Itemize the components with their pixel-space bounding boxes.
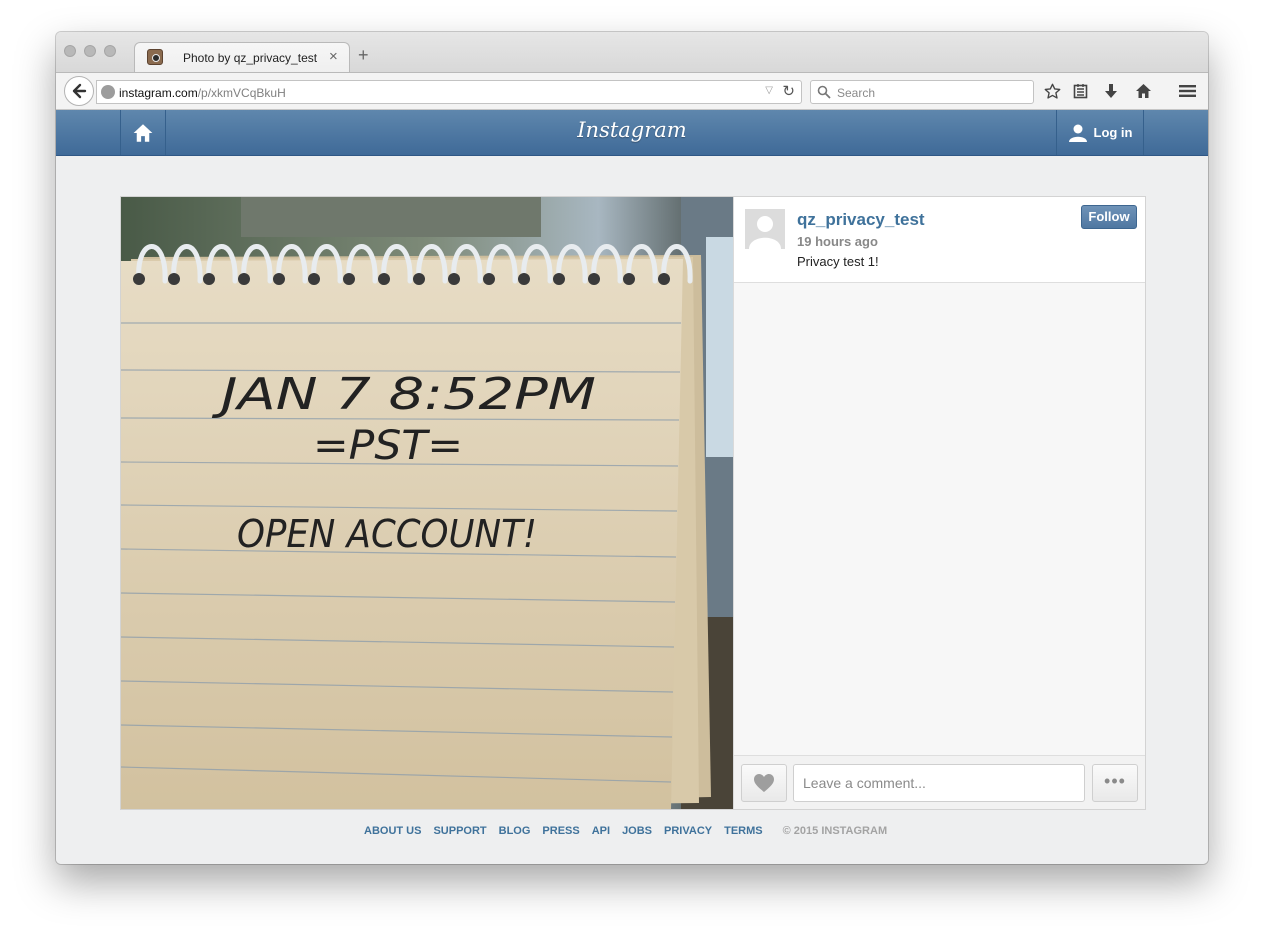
back-arrow-icon: [72, 83, 87, 99]
more-options-button[interactable]: •••: [1092, 764, 1138, 802]
url-text: instagram.com/p/xkmVCqBkuH: [119, 86, 286, 100]
note-line-3: OPEN ACCOUNT!: [237, 512, 537, 556]
footer-link-jobs[interactable]: JOBS: [622, 825, 652, 837]
bookmark-star-icon[interactable]: [1042, 81, 1062, 101]
footer-link-press[interactable]: PRESS: [542, 825, 579, 837]
post-time[interactable]: 19 hours ago: [797, 234, 878, 249]
search-icon: [817, 85, 831, 104]
back-button[interactable]: [64, 76, 94, 106]
reload-icon[interactable]: ↻: [782, 82, 795, 100]
note-line-1: JAN 7 8:52PM: [211, 369, 596, 420]
login-label: Log in: [1093, 125, 1133, 140]
search-placeholder: Search: [837, 86, 876, 100]
footer-link-support[interactable]: SUPPORT: [433, 825, 486, 837]
login-button[interactable]: Log in: [1056, 110, 1144, 155]
instagram-header: Instagram Log in: [56, 110, 1208, 156]
footer-link-terms[interactable]: TERMS: [724, 825, 763, 837]
download-icon[interactable]: [1101, 81, 1121, 101]
zoom-window-button[interactable]: [104, 45, 116, 57]
search-bar[interactable]: Search: [810, 80, 1034, 104]
post-header: qz_privacy_test 19 hours ago Privacy tes…: [734, 197, 1145, 283]
page-content: JAN 7 8:52PM =PST= OPEN ACCOUNT! qz_priv…: [56, 156, 1208, 864]
url-dropdown-icon[interactable]: ▽: [765, 85, 773, 96]
footer-link-blog[interactable]: BLOG: [499, 825, 531, 837]
comment-bar: •••: [734, 755, 1145, 809]
user-icon: [1068, 124, 1087, 142]
comment-input[interactable]: [793, 764, 1085, 802]
follow-button[interactable]: Follow: [1081, 205, 1137, 229]
note-line-2: =PST=: [313, 423, 463, 469]
reading-list-icon[interactable]: [1070, 81, 1090, 101]
footer-link-privacy[interactable]: PRIVACY: [664, 825, 712, 837]
globe-icon: [101, 85, 115, 99]
post-card: JAN 7 8:52PM =PST= OPEN ACCOUNT! qz_priv…: [120, 196, 1146, 810]
instagram-logo[interactable]: Instagram: [56, 118, 1208, 142]
minimize-window-button[interactable]: [84, 45, 96, 57]
avatar[interactable]: [745, 209, 785, 249]
post-side-panel: qz_privacy_test 19 hours ago Privacy tes…: [733, 197, 1145, 809]
tab-bar: Photo by qz_privacy_test × +: [56, 32, 1208, 72]
close-window-button[interactable]: [64, 45, 76, 57]
username-link[interactable]: qz_privacy_test: [797, 210, 925, 230]
like-button[interactable]: [741, 764, 787, 802]
default-avatar-icon: [745, 209, 785, 249]
tab-title: Photo by qz_privacy_test: [183, 51, 318, 65]
notebook-photo-illustration: JAN 7 8:52PM =PST= OPEN ACCOUNT!: [121, 197, 733, 809]
tab-active[interactable]: Photo by qz_privacy_test ×: [134, 42, 350, 72]
browser-window: Photo by qz_privacy_test × + instagram.c…: [56, 32, 1208, 864]
url-bar[interactable]: instagram.com/p/xkmVCqBkuH ▽ ↻: [96, 80, 802, 104]
heart-icon: [754, 774, 774, 792]
footer-link-about[interactable]: ABOUT US: [364, 825, 421, 837]
post-photo: JAN 7 8:52PM =PST= OPEN ACCOUNT!: [121, 197, 733, 809]
navigation-bar: instagram.com/p/xkmVCqBkuH ▽ ↻ Search: [56, 72, 1208, 110]
copyright: © 2015 INSTAGRAM: [782, 825, 888, 837]
hamburger-menu-icon[interactable]: [1177, 81, 1197, 101]
post-caption: Privacy test 1!: [797, 254, 879, 269]
tab-close-icon[interactable]: ×: [329, 48, 338, 65]
new-tab-button[interactable]: +: [358, 46, 369, 64]
home-icon[interactable]: [1133, 81, 1153, 101]
footer: ABOUT US SUPPORT BLOG PRESS API JOBS PRI…: [364, 825, 887, 837]
instagram-favicon: [147, 49, 163, 65]
footer-link-api[interactable]: API: [592, 825, 610, 837]
